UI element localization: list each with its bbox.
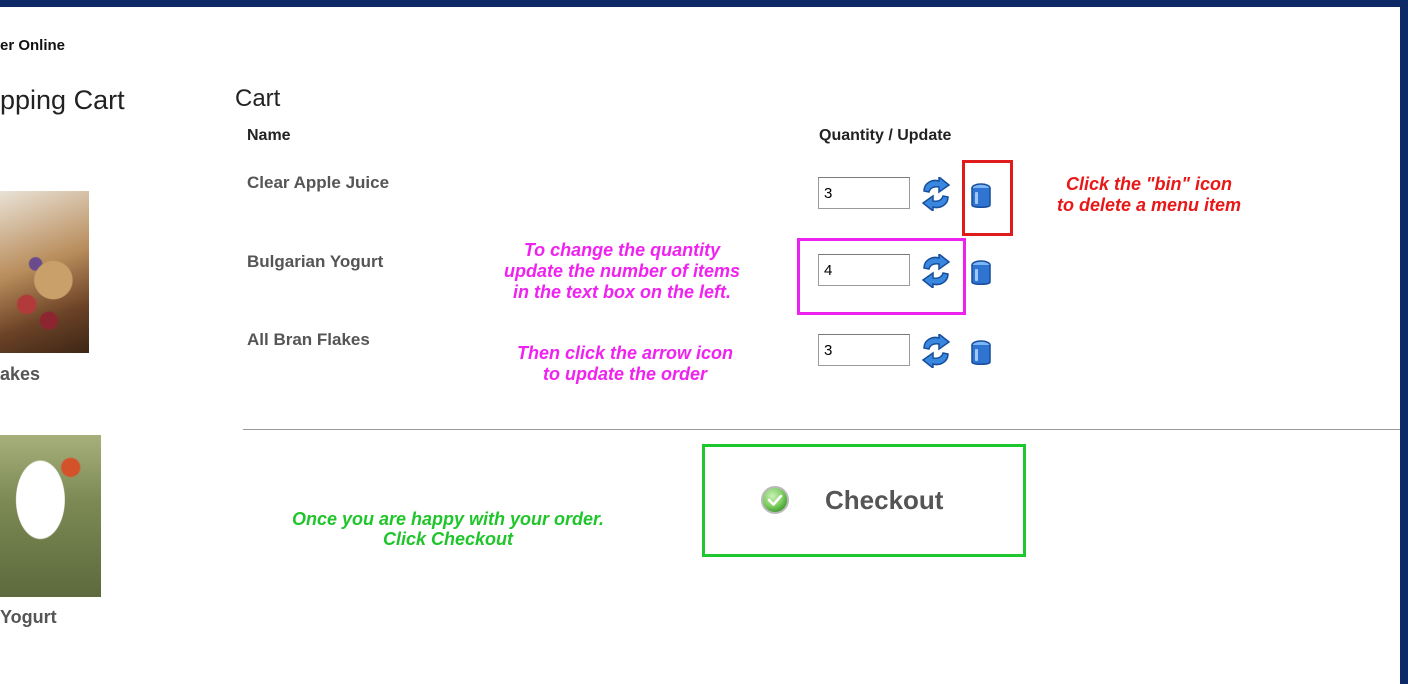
- product-label-yogurt[interactable]: Yogurt: [0, 607, 57, 628]
- instruction-line: To change the quantity: [523, 240, 721, 260]
- cart-item-name: Clear Apple Juice: [247, 173, 390, 192]
- sidebar-title: pping Cart: [0, 85, 125, 115]
- checkout-label: Checkout: [825, 484, 944, 515]
- product-image-yogurt[interactable]: [0, 435, 101, 597]
- instruction-line: Click Checkout: [382, 529, 514, 549]
- instruction-line: update the number of items: [503, 261, 741, 281]
- quantity-highlight-box: [797, 238, 966, 315]
- instruction-line: Click the "bin" icon: [1065, 174, 1233, 194]
- quantity-instruction: To change the quantity update the number…: [452, 240, 792, 303]
- cart-item-name: Bulgarian Yogurt: [247, 252, 384, 271]
- product-label-flakes[interactable]: akes: [0, 364, 40, 385]
- quantity-input[interactable]: [818, 177, 910, 209]
- column-header-quantity: Quantity / Update: [819, 127, 952, 144]
- product-image-flakes[interactable]: [0, 191, 89, 353]
- page: er Online pping Cart akes Yogurt Cart Na…: [0, 7, 1400, 684]
- checkout-button[interactable]: Checkout: [760, 480, 943, 520]
- green-check-icon: [761, 486, 789, 514]
- instruction-line: in the text box on the left.: [512, 282, 731, 302]
- cart-item-name: All Bran Flakes: [247, 330, 370, 349]
- quantity-input[interactable]: [818, 334, 910, 366]
- checkout-instruction: Once you are happy with your order. Clic…: [218, 509, 678, 549]
- instruction-line: to update the order: [542, 364, 707, 384]
- bin-icon[interactable]: [970, 260, 992, 288]
- instruction-line: to delete a menu item: [1056, 195, 1242, 215]
- update-arrows-icon[interactable]: [920, 177, 952, 211]
- instruction-line: Once you are happy with your order.: [291, 509, 605, 529]
- delete-highlight-box: [962, 160, 1013, 236]
- section-divider: [243, 429, 1400, 430]
- delete-instruction: Click the "bin" icon to delete a menu it…: [1020, 174, 1278, 216]
- update-arrows-icon[interactable]: [920, 334, 952, 368]
- instruction-line: Then click the arrow icon: [516, 343, 734, 363]
- update-instruction: Then click the arrow icon to update the …: [460, 343, 790, 385]
- cart-title: Cart: [235, 85, 281, 112]
- column-header-name: Name: [247, 127, 291, 144]
- site-brand[interactable]: er Online: [0, 37, 65, 54]
- bin-icon[interactable]: [970, 340, 992, 368]
